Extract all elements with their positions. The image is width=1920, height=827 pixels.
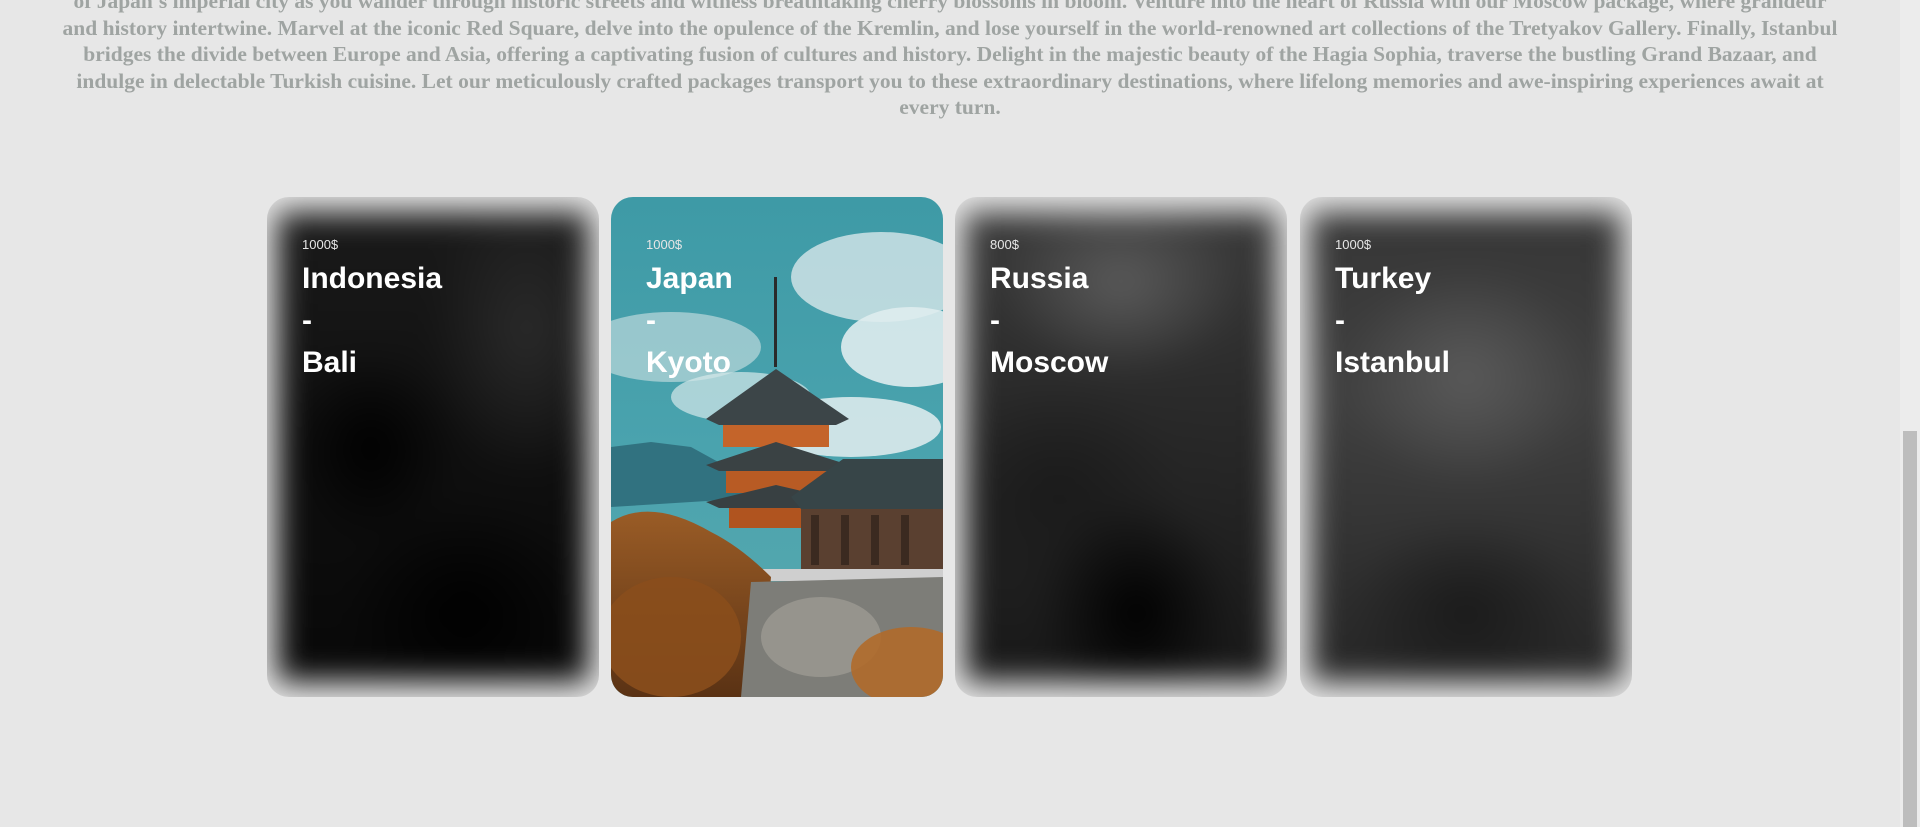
scrollbar-thumb[interactable] xyxy=(1903,431,1917,827)
card-turkey[interactable]: 1000$ Turkey - Istanbul xyxy=(1300,197,1632,697)
card-price: 800$ xyxy=(990,237,1019,252)
card-price: 1000$ xyxy=(1335,237,1372,252)
card-text: 1000$ Indonesia - Bali xyxy=(302,237,442,384)
card-dash: - xyxy=(302,304,312,337)
card-text: 1000$ Japan - Kyoto xyxy=(646,237,733,384)
card-country: Japan xyxy=(646,262,733,295)
card-price: 1000$ xyxy=(646,237,683,252)
card-dash: - xyxy=(990,304,1000,337)
card-city: Bali xyxy=(302,346,358,379)
destination-cards: 1000$ Indonesia - Bali 1000$ Japan - Kyo… xyxy=(0,0,1900,827)
card-dash: - xyxy=(646,304,656,337)
card-country: Indonesia xyxy=(302,262,443,295)
card-city: Istanbul xyxy=(1335,346,1451,379)
card-dash: - xyxy=(1335,304,1345,337)
card-country: Turkey xyxy=(1335,262,1432,295)
card-country: Russia xyxy=(990,262,1089,295)
card-japan[interactable]: 1000$ Japan - Kyoto xyxy=(611,197,943,697)
card-city: Kyoto xyxy=(646,346,731,379)
card-indonesia[interactable]: 1000$ Indonesia - Bali xyxy=(267,197,599,697)
card-city: Moscow xyxy=(990,346,1109,379)
card-russia[interactable]: 800$ Russia - Moscow xyxy=(955,197,1287,697)
page: of Japan's imperial city as you wander t… xyxy=(0,0,1900,827)
card-price: 1000$ xyxy=(302,237,339,252)
card-text: 1000$ Turkey - Istanbul xyxy=(1335,237,1450,384)
card-text: 800$ Russia - Moscow xyxy=(990,237,1108,384)
